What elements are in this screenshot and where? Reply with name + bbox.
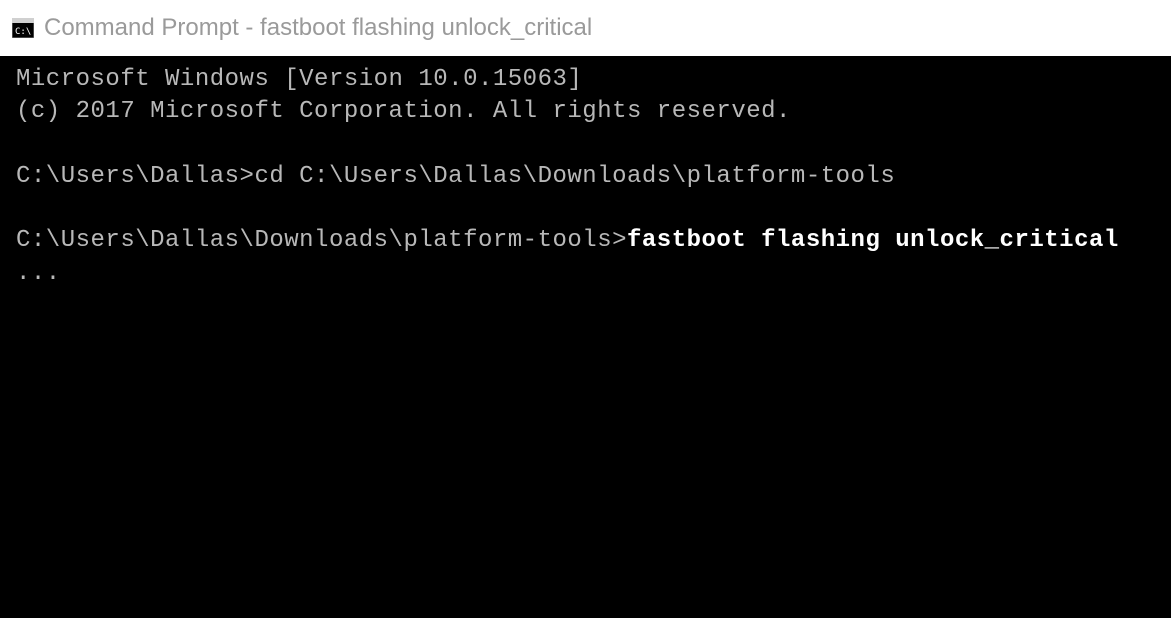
- terminal-command: cd C:\Users\Dallas\Downloads\platform-to…: [254, 163, 895, 190]
- terminal-output-line: ...: [16, 258, 1155, 290]
- terminal-header-line: Microsoft Windows [Version 10.0.15063]: [16, 64, 1155, 96]
- cmd-icon: C:\: [12, 18, 34, 38]
- window-titlebar: C:\ Command Prompt - fastboot flashing u…: [0, 0, 1171, 56]
- terminal-command-line: C:\Users\Dallas>cd C:\Users\Dallas\Downl…: [16, 161, 1155, 193]
- terminal-command-active: fastboot flashing unlock_critical: [627, 227, 1119, 254]
- terminal-blank-line: [16, 193, 1155, 225]
- svg-text:C:\: C:\: [15, 27, 31, 37]
- terminal-output-area[interactable]: Microsoft Windows [Version 10.0.15063] (…: [0, 56, 1171, 618]
- terminal-prompt: C:\Users\Dallas>: [16, 163, 254, 190]
- terminal-header-line: (c) 2017 Microsoft Corporation. All righ…: [16, 96, 1155, 128]
- terminal-prompt: C:\Users\Dallas\Downloads\platform-tools…: [16, 227, 627, 254]
- terminal-blank-line: [16, 129, 1155, 161]
- window-title: Command Prompt - fastboot flashing unloc…: [44, 14, 592, 42]
- terminal-command-line: C:\Users\Dallas\Downloads\platform-tools…: [16, 225, 1155, 257]
